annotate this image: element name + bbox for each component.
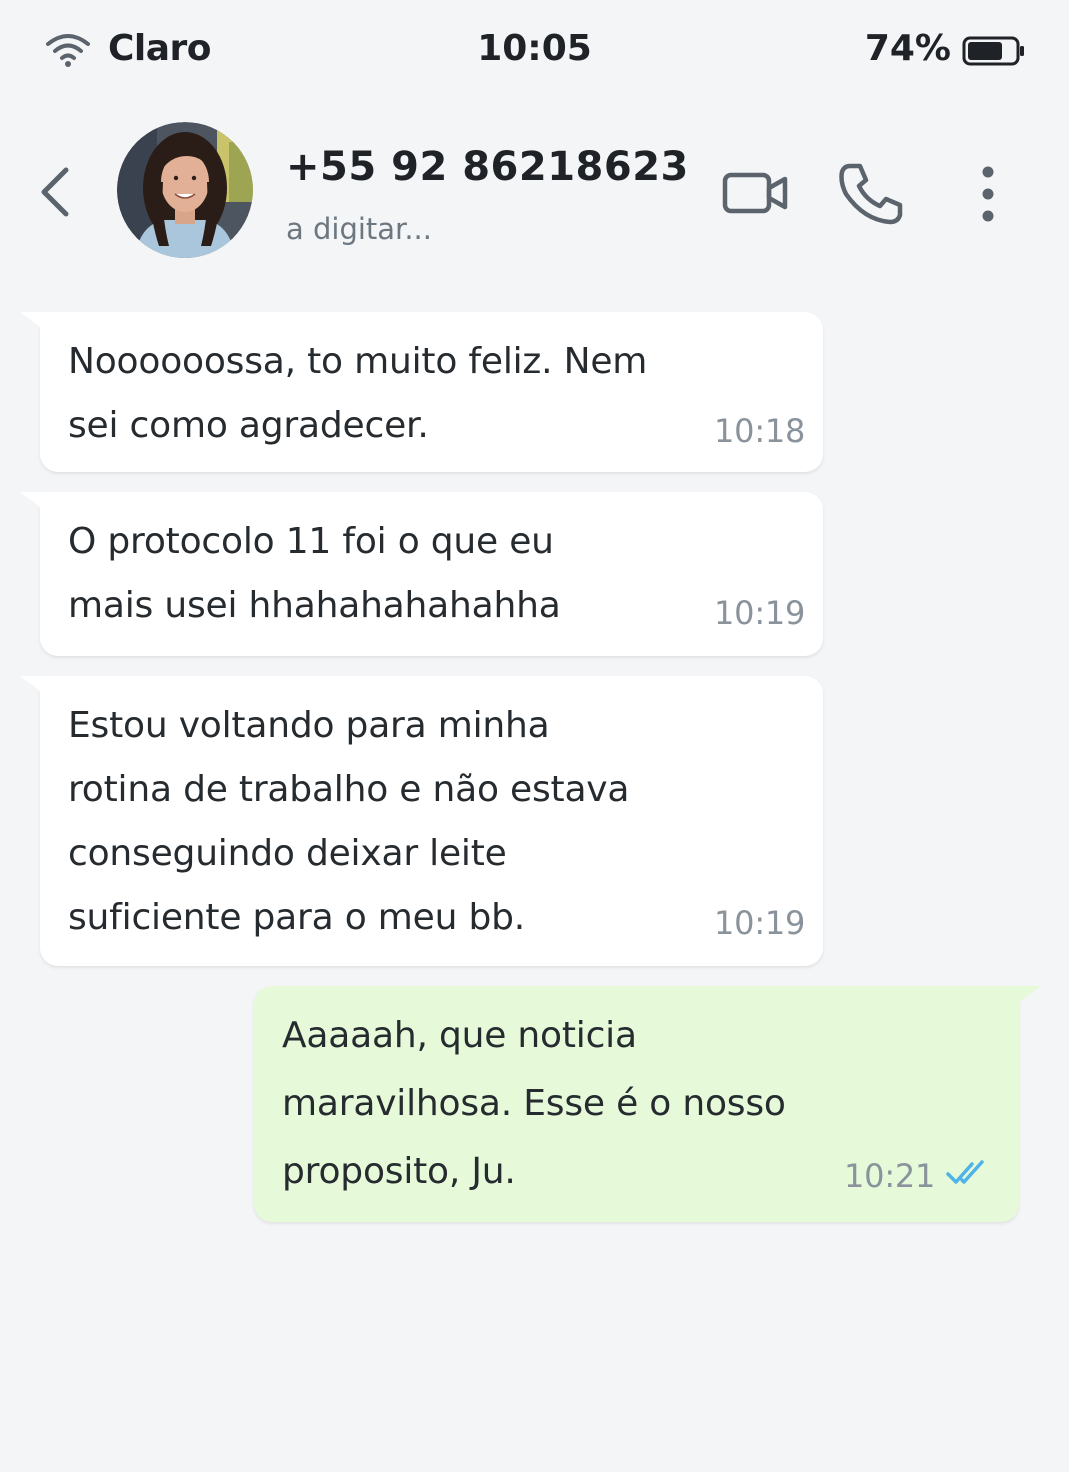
- contact-name[interactable]: +55 92 86218623: [286, 144, 689, 190]
- incoming-message[interactable]: Noooooossa, to muito feliz. Nem sei como…: [20, 312, 823, 472]
- message-time: 10:21: [844, 1157, 936, 1195]
- message-time: 10:19: [714, 904, 806, 942]
- more-vertical-icon[interactable]: [970, 162, 1006, 226]
- double-check-icon: [946, 1160, 984, 1184]
- bubble-tail: [20, 312, 60, 342]
- message-text: Estou voltando para minha rotina de trab…: [68, 705, 630, 938]
- status-bar: Claro 10:05 74%: [0, 0, 1069, 100]
- message-text: Noooooossa, to muito feliz. Nem sei como…: [68, 341, 648, 446]
- battery-icon: [962, 36, 1024, 66]
- outgoing-message[interactable]: Aaaaah, que noticia maravilhosa. Esse é …: [254, 986, 1041, 1222]
- incoming-message[interactable]: Estou voltando para minha rotina de trab…: [20, 676, 823, 966]
- video-camera-icon[interactable]: [720, 170, 790, 216]
- message-time: 10:19: [714, 594, 806, 632]
- typing-status: a digitar...: [286, 212, 432, 246]
- message-text: O protocolo 11 foi o que eu mais usei hh…: [68, 521, 561, 626]
- battery-percentage: 74%: [864, 28, 951, 69]
- bubble-tail: [20, 492, 60, 522]
- phone-icon[interactable]: [836, 160, 906, 226]
- contact-avatar[interactable]: [117, 122, 253, 258]
- message-time: 10:18: [714, 412, 806, 450]
- incoming-message[interactable]: O protocolo 11 foi o que eu mais usei hh…: [20, 492, 823, 656]
- message-text: Aaaaah, que noticia maravilhosa. Esse é …: [282, 1015, 786, 1192]
- bubble-tail: [20, 676, 60, 706]
- chat-header: +55 92 86218623 a digitar...: [0, 110, 1069, 270]
- back-chevron-icon[interactable]: [30, 162, 78, 222]
- bubble-tail: [1001, 986, 1041, 1016]
